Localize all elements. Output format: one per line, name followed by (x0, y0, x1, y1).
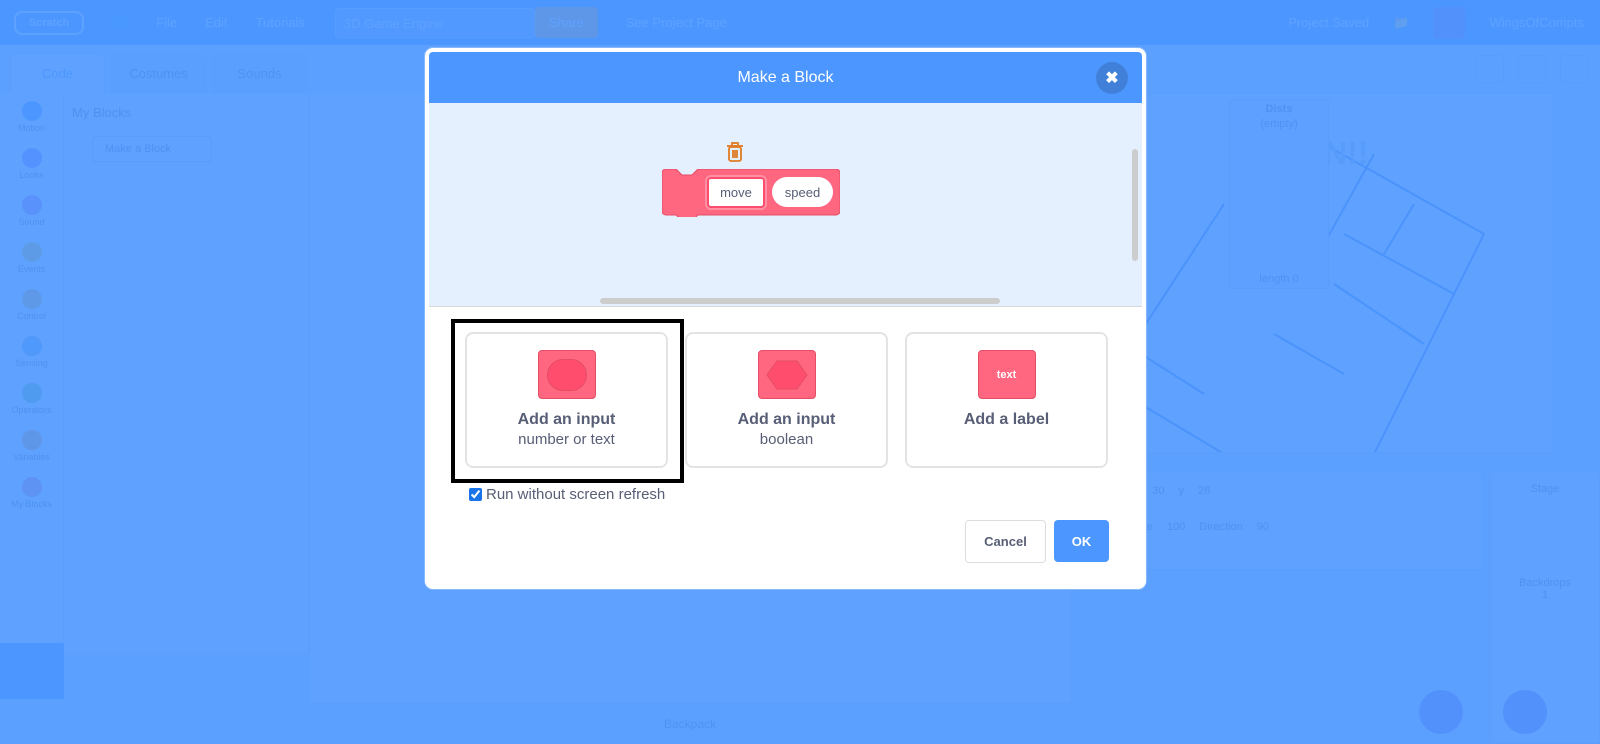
option-subtitle: number or text (518, 431, 615, 448)
option-title: Add a label (963, 411, 1050, 428)
make-a-block-dialog: Make a Block ✖ move speed Add an input n… (425, 48, 1146, 589)
close-icon: ✖ (1105, 70, 1119, 87)
run-without-refresh-input[interactable] (469, 488, 482, 501)
label-icon-text: text (996, 368, 1017, 381)
trash-icon[interactable] (725, 141, 745, 163)
cancel-button[interactable]: Cancel (965, 520, 1046, 563)
add-input-number-or-text-button[interactable]: Add an input number or text (465, 332, 668, 468)
run-without-refresh-label: Run without screen refresh (486, 486, 666, 503)
ok-button[interactable]: OK (1054, 520, 1109, 562)
block-options: Add an input number or text Add an input… (465, 332, 1108, 468)
boolean-input-icon (757, 350, 816, 399)
round-input-icon (537, 350, 596, 399)
close-button[interactable]: ✖ (1096, 62, 1128, 94)
option-title: Add an input (517, 411, 616, 428)
block-preview-area: move speed (429, 103, 1142, 307)
block-label-input[interactable]: move (705, 175, 767, 210)
dialog-title: Make a Block (737, 68, 834, 86)
custom-block-preview: move speed (662, 169, 840, 217)
horizontal-scrollbar[interactable] (600, 298, 1000, 304)
label-icon: text (977, 350, 1036, 399)
add-input-boolean-button[interactable]: Add an input boolean (685, 332, 888, 468)
dialog-header: Make a Block ✖ (429, 52, 1142, 103)
run-without-refresh-checkbox[interactable]: Run without screen refresh (469, 486, 665, 503)
option-title: Add an input (737, 411, 836, 428)
vertical-scrollbar[interactable] (1132, 149, 1138, 261)
block-param-input[interactable]: speed (772, 177, 833, 207)
add-label-button[interactable]: text Add a label (905, 332, 1108, 468)
option-subtitle: boolean (759, 431, 814, 448)
